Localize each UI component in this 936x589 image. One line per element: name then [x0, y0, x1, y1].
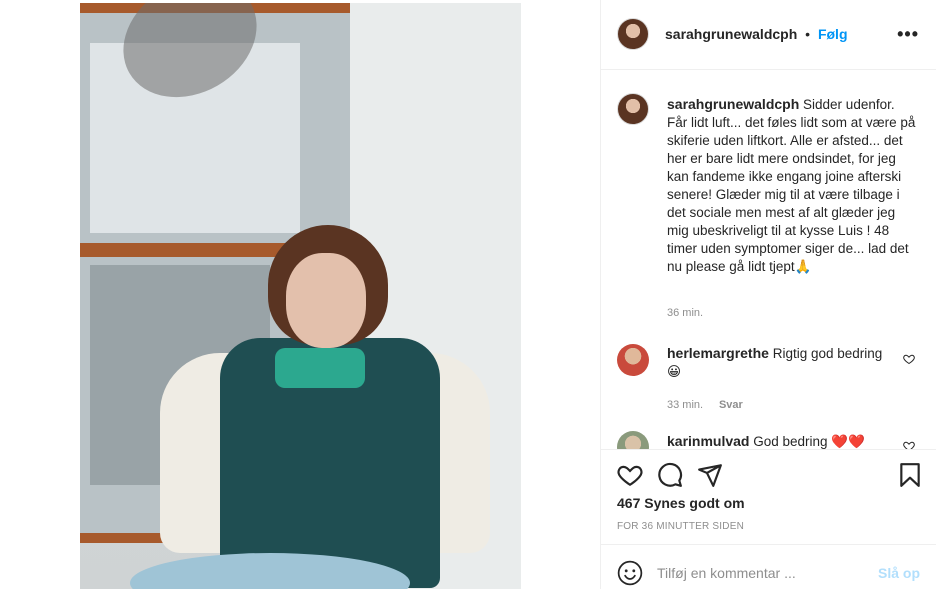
author-username[interactable]: sarahgrunewaldcph	[665, 26, 797, 42]
photo-vest-collar	[275, 348, 365, 388]
post-side-panel: sarahgrunewaldcph • Følg ••• sarahgrunew…	[600, 0, 936, 589]
comment-time[interactable]: 33 min.	[667, 399, 703, 411]
comment-username[interactable]: herlemargrethe	[667, 345, 769, 361]
media-area	[0, 0, 600, 589]
comment-meta: 33 min. Svar	[667, 395, 743, 411]
comment-body: karinmulvad God bedring ❤️❤️	[667, 432, 887, 449]
like-heart-icon[interactable]	[617, 462, 643, 488]
likes-count[interactable]: 467 Synes godt om	[617, 495, 745, 511]
save-bookmark-icon[interactable]	[897, 462, 923, 488]
author-avatar[interactable]	[617, 18, 649, 50]
post-timestamp[interactable]: FOR 36 MINUTTER SIDEN	[617, 521, 744, 532]
caption-text: Sidder udenfor. Får lidt luft... det føl…	[667, 97, 916, 274]
caption-username[interactable]: sarahgrunewaldcph	[667, 96, 799, 112]
post-header: sarahgrunewaldcph • Følg •••	[601, 0, 936, 70]
caption-avatar[interactable]	[617, 93, 649, 125]
author-line: sarahgrunewaldcph • Følg	[665, 26, 848, 42]
emoji-smiley-icon[interactable]	[617, 560, 643, 586]
comment-like-icon[interactable]	[903, 353, 915, 365]
comment-text: God bedring ❤️❤️	[753, 434, 865, 449]
reply-button[interactable]: Svar	[719, 399, 743, 411]
comment-like-icon[interactable]	[903, 440, 915, 449]
follow-button[interactable]: Følg	[818, 26, 848, 42]
caption-time[interactable]: 36 min.	[667, 307, 703, 319]
separator-dot: •	[805, 26, 811, 42]
post-actions: 467 Synes godt om FOR 36 MINUTTER SIDEN	[601, 449, 936, 544]
comment-bubble-icon[interactable]	[657, 462, 683, 488]
comment-avatar[interactable]	[617, 431, 649, 449]
post-comment-button[interactable]: Slå op	[878, 565, 920, 581]
caption-body: sarahgrunewaldcph Sidder udenfor. Får li…	[667, 95, 917, 276]
more-options-icon[interactable]: •••	[897, 24, 919, 45]
post-photo[interactable]	[80, 3, 521, 589]
comments-list[interactable]: sarahgrunewaldcph Sidder udenfor. Får li…	[601, 71, 936, 449]
comment-avatar[interactable]	[617, 344, 649, 376]
share-paper-plane-icon[interactable]	[697, 462, 723, 488]
comment-body: herlemargrethe Rigtig god bedring😀	[667, 344, 887, 381]
comment-input[interactable]	[657, 558, 867, 588]
comment-username[interactable]: karinmulvad	[667, 433, 749, 449]
add-comment-bar: Slå op	[601, 544, 936, 589]
photo-face	[286, 253, 366, 348]
